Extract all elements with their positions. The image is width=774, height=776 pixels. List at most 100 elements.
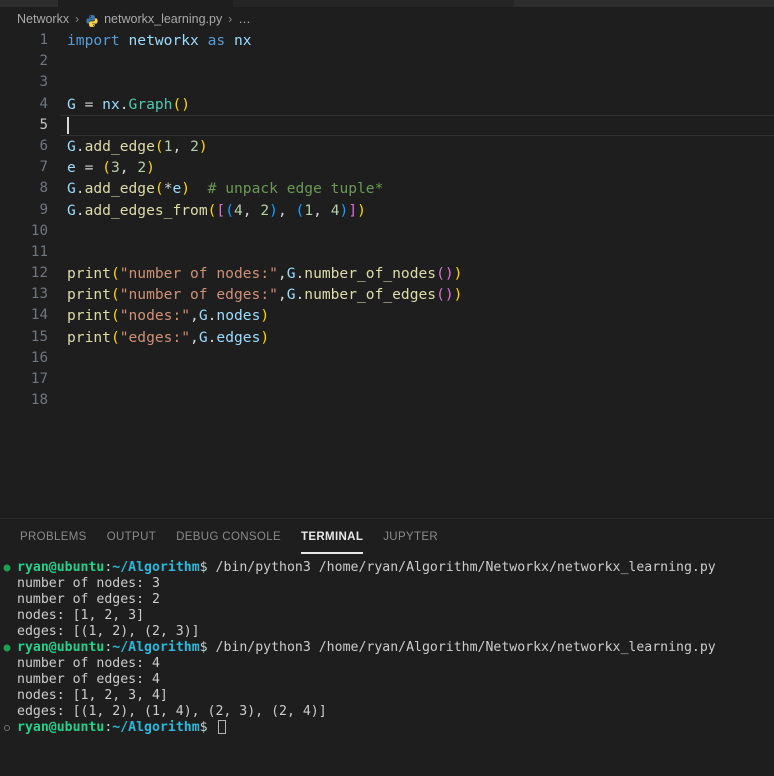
code-token: ) (260, 328, 270, 346)
terminal-output-line: number of edges: 4 (0, 672, 774, 688)
code-token: "edges:" (119, 328, 191, 346)
code-token: ) (269, 201, 278, 219)
code-token: ) (181, 180, 191, 198)
code-line[interactable]: 8 G.add_edge(*e) # unpack edge tuple* (0, 178, 774, 199)
editor-tab-bar (0, 0, 774, 7)
terminal-cwd: ~/Algorithm (112, 640, 200, 655)
terminal-prompt-line: ryan@ubuntu:~/Algorithm$ /bin/python3 /h… (0, 640, 774, 656)
code-line[interactable]: 2 (0, 51, 774, 72)
code-text: print("number of nodes:",G.number_of_nod… (67, 263, 462, 284)
code-token: edges (216, 328, 261, 346)
code-token: "number of nodes:" (119, 265, 278, 283)
line-number: 12 (30, 265, 48, 282)
code-line[interactable]: 11 (0, 242, 774, 263)
code-token: e (67, 159, 76, 177)
panel-tab-output[interactable]: OUTPUT (97, 519, 166, 554)
terminal-output-line: number of nodes: 4 (0, 656, 774, 672)
code-line[interactable]: 6 G.add_edge(1, 2) (0, 136, 774, 157)
code-token: , (190, 307, 199, 325)
terminal-dollar: $ (199, 720, 208, 735)
code-token: add_edge (84, 180, 155, 198)
code-token: networkx (128, 32, 199, 49)
code-token: G (198, 307, 208, 325)
code-line[interactable]: 10 (0, 221, 774, 242)
code-token: ( (110, 307, 120, 325)
code-token: , (313, 201, 331, 219)
line-number: 8 (39, 180, 48, 197)
panel-tab-terminal[interactable]: TERMINAL (291, 519, 373, 554)
panel-tab-bar: PROBLEMS OUTPUT DEBUG CONSOLE TERMINAL JUPYT… (0, 519, 774, 554)
code-token: 1 (304, 201, 314, 219)
code-token: nx (233, 32, 252, 49)
tab-strip-gap (233, 0, 514, 7)
code-token: 3 (110, 159, 120, 177)
code-line[interactable]: 3 (0, 72, 774, 93)
code-token: ) (444, 286, 454, 304)
code-editor[interactable]: 1 import networkx as nx 2 3 4 G = nx.Graph() 5… (0, 30, 774, 518)
terminal-output-text: edges: [(1, 2), (1, 4), (2, 3), (2, 4)] (17, 704, 327, 719)
tab-strip-active[interactable] (58, 0, 233, 7)
code-token: G (198, 328, 208, 346)
code-token: "nodes:" (119, 307, 191, 325)
terminal-user-host: ryan@ubuntu (17, 720, 105, 735)
command-success-marker-icon (4, 644, 10, 651)
active-line-highlight (60, 114, 774, 136)
code-line[interactable]: 14 print("nodes:",G.nodes) (0, 305, 774, 326)
code-token: 2 (137, 159, 147, 177)
terminal-output-text: number of edges: 4 (17, 672, 160, 687)
code-line[interactable]: 16 (0, 348, 774, 369)
line-number: 15 (30, 328, 48, 345)
code-text: print("nodes:",G.nodes) (67, 305, 269, 326)
code-line[interactable]: 1 import networkx as nx (0, 30, 774, 51)
code-line[interactable]: 4 G = nx.Graph() (0, 94, 774, 115)
code-token: ( (436, 265, 445, 283)
code-line[interactable]: 15 print("edges:",G.edges) (0, 327, 774, 348)
code-token: number_of_nodes (304, 265, 437, 283)
terminal-output-text: nodes: [1, 2, 3, 4] (17, 688, 168, 703)
code-lines[interactable]: 1 import networkx as nx 2 3 4 G = nx.Graph() 5… (0, 30, 774, 411)
terminal-cwd: ~/Algorithm (112, 720, 200, 735)
breadcrumb-folder[interactable]: Networkx (17, 12, 69, 26)
code-text: G = nx.Graph() (67, 94, 190, 115)
terminal-prompt-line: ryan@ubuntu:~/Algorithm$ (0, 720, 774, 736)
code-token: # unpack edge tuple* (207, 180, 384, 198)
panel-tab-debug-console[interactable]: DEBUG CONSOLE (166, 519, 291, 554)
code-token: nx (102, 95, 120, 113)
code-token: ) (453, 265, 463, 283)
terminal-output[interactable]: ryan@ubuntu:~/Algorithm$ /bin/python3 /h… (0, 554, 774, 776)
code-token: print (67, 307, 111, 325)
code-token: G (67, 201, 76, 219)
code-token: add_edge (84, 137, 155, 155)
code-token: print (67, 328, 111, 346)
panel-tab-jupyter[interactable]: JUPYTER (373, 519, 448, 554)
breadcrumb-overflow[interactable]: … (238, 12, 252, 26)
code-token: = (75, 95, 103, 113)
code-line[interactable]: 13 print("number of edges:",G.number_of_e… (0, 284, 774, 305)
terminal-user-host: ryan@ubuntu (17, 640, 105, 655)
terminal-output-line: nodes: [1, 2, 3] (0, 608, 774, 624)
command-success-marker-icon (4, 564, 10, 571)
code-token: import (67, 32, 120, 49)
code-line[interactable]: 17 (0, 369, 774, 390)
code-text: G.add_edges_from([(4, 2), (1, 4)]) (67, 200, 366, 221)
code-token: ) (357, 201, 366, 219)
code-line[interactable]: 5 (0, 114, 774, 136)
tab-strip-left[interactable] (0, 0, 58, 7)
terminal-output-line: edges: [(1, 2), (1, 4), (2, 3), (2, 4)] (0, 704, 774, 720)
code-line[interactable]: 12 print("number of nodes:",G.number_of_n… (0, 263, 774, 284)
terminal-cwd: ~/Algorithm (112, 560, 200, 575)
terminal-output-line: edges: [(1, 2), (2, 3)] (0, 624, 774, 640)
code-token: . (295, 265, 305, 283)
code-token: , (277, 201, 296, 219)
breadcrumb-file[interactable]: networkx_learning.py (104, 12, 222, 26)
code-line[interactable]: 9 G.add_edges_from([(4, 2), (1, 4)]) (0, 200, 774, 221)
tab-strip-right[interactable] (514, 0, 774, 7)
code-token: "number of edges:" (119, 286, 278, 304)
code-line[interactable]: 7 e = (3, 2) (0, 157, 774, 178)
panel-tab-problems[interactable]: PROBLEMS (10, 519, 97, 554)
code-token: ( (110, 328, 120, 346)
code-token: ) (146, 159, 155, 177)
code-token: . (295, 286, 305, 304)
code-line[interactable]: 18 (0, 390, 774, 411)
